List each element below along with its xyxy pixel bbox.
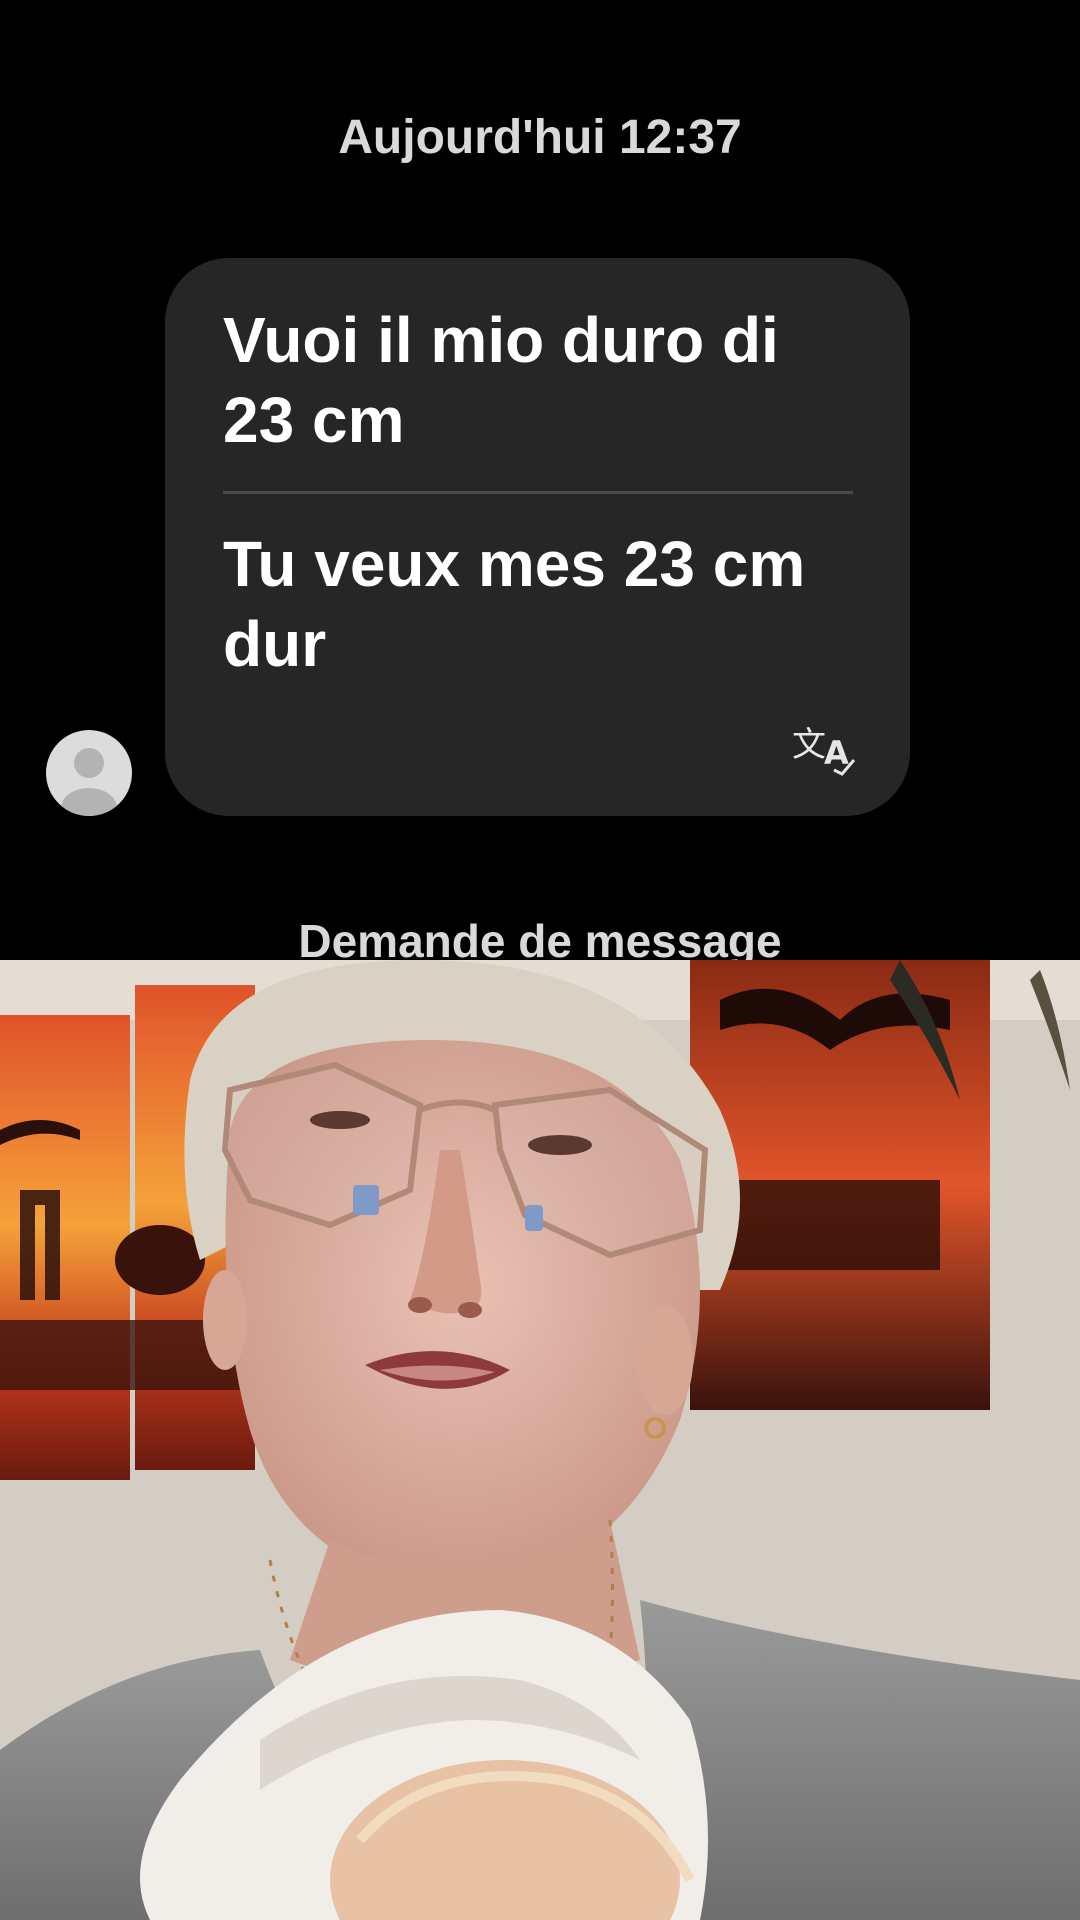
sender-avatar[interactable] bbox=[46, 730, 132, 816]
svg-text:文: 文 bbox=[792, 725, 826, 765]
message-bubble[interactable]: Vuoi il mio duro di 23 cm Tu veux mes 23… bbox=[165, 258, 910, 816]
message-timestamp: Aujourd'hui 12:37 bbox=[338, 111, 742, 164]
message-request-label: Demande de message bbox=[298, 915, 782, 960]
person-icon bbox=[61, 748, 117, 816]
translation-divider bbox=[223, 491, 853, 494]
translate-icon[interactable]: 文 A bbox=[790, 716, 860, 776]
original-message-text: Vuoi il mio duro di 23 cm bbox=[223, 304, 779, 456]
translated-message-text: Tu veux mes 23 cm dur bbox=[223, 528, 806, 680]
camera-feed bbox=[0, 960, 1080, 1920]
svg-text:A: A bbox=[824, 734, 849, 772]
selfie-video-image bbox=[0, 960, 1080, 1920]
message-request-screen: Aujourd'hui 12:37 Vuoi il mio duro di 23… bbox=[0, 0, 1080, 960]
